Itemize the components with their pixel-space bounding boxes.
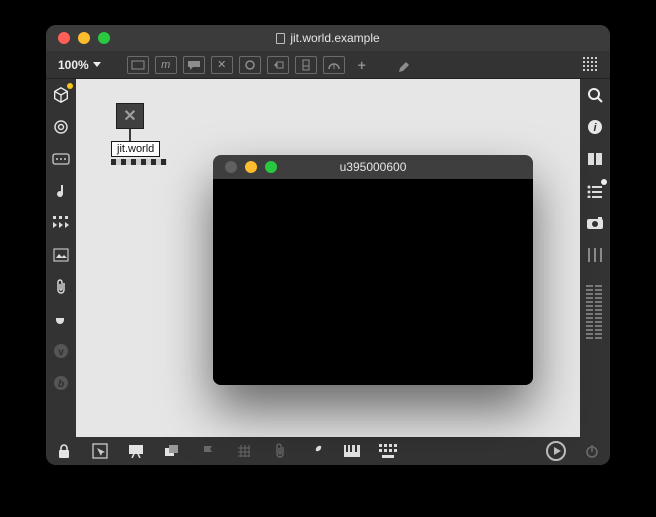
attach-icon[interactable] (270, 441, 290, 461)
right-sidebar: i (580, 79, 610, 437)
badge-icon (601, 179, 607, 185)
comment-button[interactable] (183, 56, 205, 74)
search-icon[interactable] (585, 85, 605, 105)
presentation-icon[interactable] (126, 441, 146, 461)
window-controls (58, 32, 110, 44)
window-title: jit.world.example (46, 31, 610, 45)
cube-icon[interactable] (51, 85, 71, 105)
wrench-icon[interactable] (306, 441, 326, 461)
float-title-text: u395000600 (340, 160, 407, 174)
svg-text:b: b (58, 379, 64, 390)
paint-button[interactable] (395, 56, 417, 74)
level-meter (585, 277, 605, 339)
bang-button[interactable] (239, 56, 261, 74)
layers-icon[interactable] (162, 441, 182, 461)
matrix-icon[interactable] (51, 213, 71, 233)
columns-icon[interactable] (585, 149, 605, 169)
device-icon[interactable] (51, 149, 71, 169)
titlebar[interactable]: jit.world.example (46, 25, 610, 51)
zoom-dropdown[interactable]: 100% (54, 56, 105, 74)
zoom-value: 100% (58, 58, 89, 72)
info-icon[interactable]: i (585, 117, 605, 137)
float-titlebar[interactable]: u395000600 (213, 155, 533, 179)
close-icon[interactable] (58, 32, 70, 44)
float-window-controls (225, 161, 277, 173)
message-button[interactable]: m (155, 56, 177, 74)
grid-toggle-icon[interactable] (234, 441, 254, 461)
b-icon[interactable]: b (51, 373, 71, 393)
lock-icon[interactable] (54, 441, 74, 461)
list-icon[interactable] (585, 181, 605, 201)
flag-icon[interactable] (198, 441, 218, 461)
note-icon[interactable] (51, 181, 71, 201)
dial-button[interactable] (323, 56, 345, 74)
bottom-toolbar (46, 437, 610, 465)
play-button[interactable] (546, 441, 566, 461)
document-icon (276, 33, 285, 44)
object-label: jit.world (117, 143, 154, 155)
left-sidebar: v b (46, 79, 76, 437)
number-button[interactable] (267, 56, 289, 74)
zoom-icon[interactable] (265, 161, 277, 173)
zoom-icon[interactable] (98, 32, 110, 44)
x-icon: ✕ (123, 106, 136, 126)
new-object-button[interactable] (127, 56, 149, 74)
power-icon[interactable] (582, 441, 602, 461)
svg-text:v: v (58, 347, 64, 358)
minimize-icon[interactable] (78, 32, 90, 44)
image-icon[interactable] (51, 245, 71, 265)
v-icon[interactable]: v (51, 341, 71, 361)
badge-icon (67, 83, 73, 89)
grid-icon[interactable] (580, 56, 602, 74)
top-toolbar: 100% m ✕ + (46, 51, 610, 79)
keyboard-grid-icon[interactable] (378, 441, 398, 461)
add-button[interactable]: + (351, 56, 373, 74)
chevron-down-icon (93, 62, 101, 67)
render-canvas[interactable] (213, 179, 533, 385)
target-icon[interactable] (51, 117, 71, 137)
sliders-icon[interactable] (585, 245, 605, 265)
plug-icon[interactable] (51, 309, 71, 329)
pointer-icon[interactable] (90, 441, 110, 461)
minimize-icon[interactable] (245, 161, 257, 173)
close-icon[interactable] (225, 161, 237, 173)
object-box[interactable]: jit.world (111, 141, 160, 157)
paperclip-icon[interactable] (51, 277, 71, 297)
window-title-text: jit.world.example (290, 31, 379, 45)
object-ports (111, 159, 167, 165)
toggle-button[interactable]: ✕ (211, 56, 233, 74)
render-window[interactable]: u395000600 (213, 155, 533, 385)
camera-icon[interactable] (585, 213, 605, 233)
toggle-object[interactable]: ✕ (116, 103, 144, 129)
slider-button[interactable] (295, 56, 317, 74)
piano-icon[interactable] (342, 441, 362, 461)
